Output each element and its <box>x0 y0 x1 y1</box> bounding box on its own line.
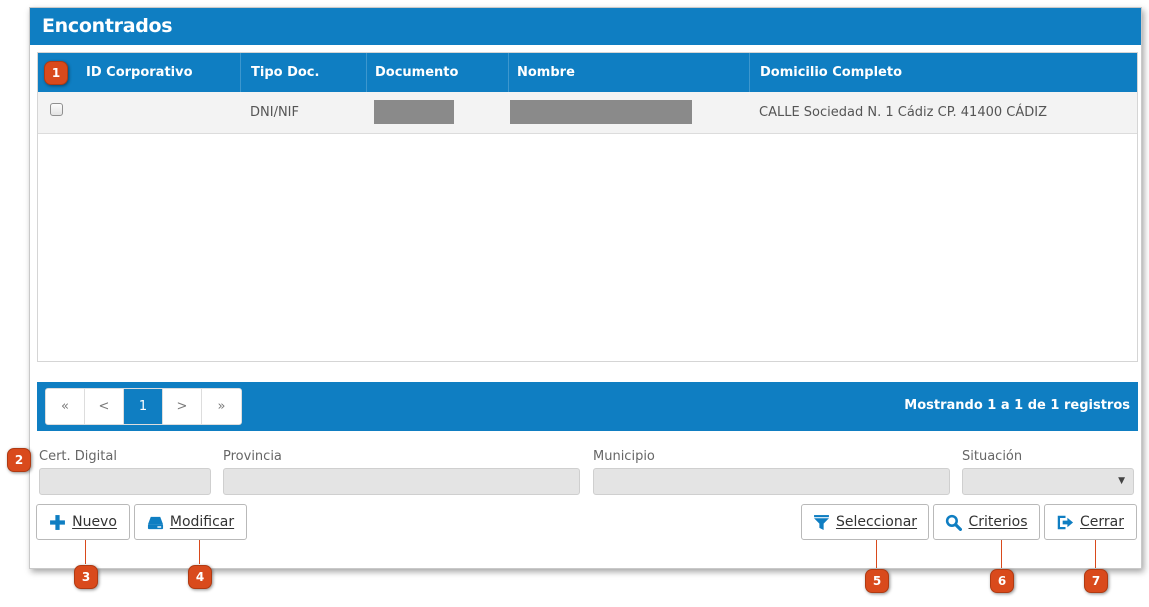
page-current-button[interactable]: 1 <box>124 389 163 424</box>
column-header-id-corporativo[interactable]: ID Corporativo <box>78 53 240 92</box>
caret-down-icon: ▼ <box>1118 476 1125 486</box>
page-first-button[interactable]: « <box>46 389 85 424</box>
nuevo-button[interactable]: Nuevo <box>36 504 130 540</box>
filter-icon <box>814 514 829 530</box>
page-next-button[interactable]: > <box>163 389 202 424</box>
nuevo-label: Nuevo <box>72 514 117 530</box>
callout-badge-5: 5 <box>865 569 889 593</box>
exit-icon <box>1057 515 1074 529</box>
plus-icon <box>50 514 66 530</box>
pagination-bar: « < 1 > » Mostrando 1 a 1 de 1 registros <box>37 382 1138 431</box>
pagination-summary: Mostrando 1 a 1 de 1 registros <box>904 398 1130 413</box>
callout-badge-4: 4 <box>188 565 212 589</box>
column-header-nombre[interactable]: Nombre <box>508 53 749 92</box>
criterios-button[interactable]: Criterios <box>933 504 1040 540</box>
cerrar-label: Cerrar <box>1080 514 1124 530</box>
seleccionar-label: Seleccionar <box>835 514 918 530</box>
provincia-label: Provincia <box>223 449 282 464</box>
provincia-field[interactable] <box>223 468 580 495</box>
cell-tipo-doc: DNI/NIF <box>250 105 299 120</box>
cell-domicilio: CALLE Sociedad N. 1 Cádiz CP. 41400 CÁDI… <box>759 105 1047 120</box>
callout-stem <box>1095 540 1096 568</box>
row-checkbox[interactable] <box>50 103 63 116</box>
callout-stem <box>876 540 877 568</box>
results-grid: ID Corporativo Tipo Doc. Documento Nombr… <box>37 52 1138 362</box>
cert-digital-field[interactable] <box>39 468 211 495</box>
column-header-documento[interactable]: Documento <box>366 53 508 92</box>
page-prev-button[interactable]: < <box>85 389 124 424</box>
modificar-label: Modificar <box>169 514 235 530</box>
callout-stem <box>1001 540 1002 568</box>
callout-badge-7: 7 <box>1084 569 1108 593</box>
modificar-button[interactable]: Modificar <box>134 504 247 540</box>
drive-icon <box>147 516 163 529</box>
municipio-field[interactable] <box>593 468 950 495</box>
cell-documento-redacted <box>374 100 454 124</box>
panel-title: Encontrados <box>30 8 1141 45</box>
callout-badge-2: 2 <box>7 448 31 472</box>
pagination: « < 1 > » <box>45 388 242 425</box>
table-row[interactable]: DNI/NIF CALLE Sociedad N. 1 Cádiz CP. 41… <box>38 92 1137 134</box>
callout-badge-6: 6 <box>990 569 1014 593</box>
page-last-button[interactable]: » <box>202 389 241 424</box>
criterios-label: Criterios <box>968 514 1028 530</box>
grid-header: ID Corporativo Tipo Doc. Documento Nombr… <box>38 53 1137 92</box>
callout-stem <box>199 540 200 564</box>
callout-badge-1: 1 <box>44 61 68 85</box>
cell-nombre-redacted <box>510 100 692 124</box>
seleccionar-button[interactable]: Seleccionar <box>801 504 929 540</box>
column-header-domicilio[interactable]: Domicilio Completo <box>749 53 1137 92</box>
search-icon <box>946 514 963 531</box>
municipio-label: Municipio <box>593 449 655 464</box>
callout-badge-3: 3 <box>74 565 98 589</box>
cerrar-button[interactable]: Cerrar <box>1044 504 1137 540</box>
situacion-label: Situación <box>962 449 1023 464</box>
cert-digital-label: Cert. Digital <box>39 449 117 464</box>
situacion-select[interactable]: ▼ <box>962 468 1134 495</box>
callout-stem <box>85 540 86 564</box>
column-header-tipo-doc[interactable]: Tipo Doc. <box>240 53 366 92</box>
